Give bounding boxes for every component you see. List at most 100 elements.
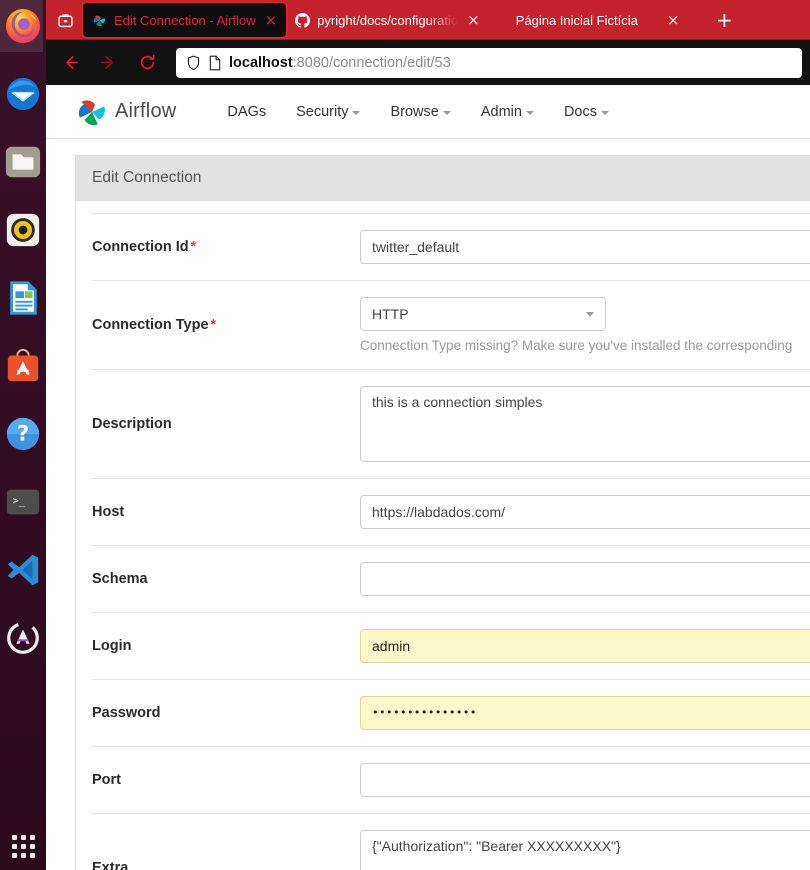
show-applications-button[interactable] xyxy=(0,835,46,858)
login-input[interactable]: admin xyxy=(360,629,810,663)
url-host: localhost xyxy=(229,54,293,71)
dock-item-app-center[interactable] xyxy=(3,618,43,658)
field-label-port: Port xyxy=(92,747,360,814)
thunderbird-icon xyxy=(6,77,40,111)
schema-input[interactable] xyxy=(360,562,810,596)
navigation-toolbar: localhost:8080/connection/edit/53 xyxy=(46,40,810,85)
form-row-extra: Extra {"Authorization": "Bearer XXXXXXXX… xyxy=(92,814,810,870)
page-content: Edit Connection Connection Id * twitter_d… xyxy=(46,139,810,870)
tab-title: Edit Connection - Airflow xyxy=(114,12,256,28)
nav-item-label: Docs xyxy=(563,103,597,120)
forward-button[interactable] xyxy=(90,46,124,80)
tab-close-icon[interactable]: × xyxy=(667,12,680,28)
chevron-down-icon xyxy=(352,111,361,115)
shield-icon[interactable] xyxy=(186,55,201,71)
field-label-connection-type: Connection Type * xyxy=(92,281,360,370)
dock-item-thunderbird[interactable] xyxy=(3,74,43,114)
app-center-icon xyxy=(7,622,39,654)
required-marker: * xyxy=(210,317,217,333)
svg-text:?: ? xyxy=(17,422,29,446)
question-help-icon: ? xyxy=(6,417,40,451)
nav-item-docs[interactable]: Docs xyxy=(549,104,624,120)
label-text: Description xyxy=(92,416,172,432)
nav-item-browse[interactable]: Browse xyxy=(375,104,465,120)
browser-tab-pagina-inicial[interactable]: Página Inicial Fictícia × xyxy=(507,3,710,37)
host-input[interactable]: https://labdados.com/ xyxy=(360,495,810,529)
chevron-down-icon xyxy=(525,111,534,115)
tab-close-icon[interactable]: × xyxy=(467,12,480,28)
form-row-port: Port xyxy=(92,747,810,814)
dock-item-rhythmbox[interactable] xyxy=(3,210,43,250)
connection-type-select[interactable]: HTTP xyxy=(360,297,606,331)
nav-item-label: DAGs xyxy=(227,103,267,120)
chevron-down-icon xyxy=(442,111,451,115)
form-row-password: Password ••••••••••••••• xyxy=(92,680,810,747)
description-textarea[interactable]: this is a connection simples xyxy=(360,386,810,462)
dock-item-help[interactable]: ? xyxy=(3,414,43,454)
connection-id-input[interactable]: twitter_default xyxy=(360,230,810,264)
password-input[interactable]: ••••••••••••••• xyxy=(360,696,810,730)
dock-item-vscode[interactable] xyxy=(3,550,43,590)
url-text: localhost:8080/connection/edit/53 xyxy=(229,55,451,71)
nav-item-admin[interactable]: Admin xyxy=(466,104,549,120)
connection-type-help-text: Connection Type missing? Make sure you'v… xyxy=(360,338,793,353)
field-label-connection-id: Connection Id * xyxy=(92,213,360,281)
form-row-schema: Schema xyxy=(92,546,810,613)
page-title: Edit Connection xyxy=(76,156,810,201)
form-body: Connection Id * twitter_default Connectio… xyxy=(76,201,810,870)
nav-item-dags[interactable]: DAGs xyxy=(212,104,281,120)
reload-icon xyxy=(140,54,154,70)
nav-item-label: Security xyxy=(296,103,349,120)
label-text: Extra xyxy=(92,860,129,870)
chevron-down-icon xyxy=(586,312,594,317)
extra-textarea[interactable]: {"Authorization": "Bearer XXXXXXXXX"} xyxy=(360,830,810,870)
url-address-bar[interactable]: localhost:8080/connection/edit/53 xyxy=(176,47,802,78)
form-row-connection-type: Connection Type * HTTP Connection Type mi… xyxy=(92,281,810,370)
browser-tab-github[interactable]: pyright/docs/configuratio × xyxy=(286,3,489,37)
firefox-view-button[interactable] xyxy=(48,0,82,40)
label-text: Schema xyxy=(92,571,148,587)
field-label-password: Password xyxy=(92,680,360,747)
nav-item-security[interactable]: Security xyxy=(281,104,375,120)
tab-strip: Edit Connection - Airflow × pyright/docs… xyxy=(46,0,810,40)
speaker-icon xyxy=(6,213,40,247)
browser-tab-active[interactable]: Edit Connection - Airflow × xyxy=(83,3,287,37)
field-label-schema: Schema xyxy=(92,546,360,613)
ubuntu-software-icon xyxy=(7,348,39,382)
port-input[interactable] xyxy=(360,763,810,797)
svg-text:>_: >_ xyxy=(13,495,26,507)
page-document-icon[interactable] xyxy=(208,55,222,71)
back-button[interactable] xyxy=(54,46,88,80)
label-text: Port xyxy=(92,772,121,788)
form-row-description: Description this is a connection simples xyxy=(92,370,810,479)
dock-item-files[interactable] xyxy=(3,142,43,182)
new-tab-button[interactable]: + xyxy=(709,5,739,35)
ubuntu-dock: ? >_ xyxy=(0,0,46,870)
airflow-brand-logo[interactable]: Airflow xyxy=(75,95,176,129)
field-label-login: Login xyxy=(92,613,360,680)
url-path: :8080/connection/edit/53 xyxy=(292,54,451,71)
folder-icon xyxy=(5,146,41,178)
dock-item-libreoffice-writer[interactable] xyxy=(3,278,43,318)
form-row-host: Host https://labdados.com/ xyxy=(92,479,810,546)
airflow-page: Airflow DAGs Security Browse Admin Docs … xyxy=(46,85,810,870)
terminal-icon: >_ xyxy=(6,489,40,515)
dock-item-ubuntu-software[interactable] xyxy=(3,346,43,386)
document-writer-icon xyxy=(10,281,37,315)
label-text: Password xyxy=(92,705,161,721)
label-text: Login xyxy=(92,638,132,654)
arrow-right-icon xyxy=(100,55,113,70)
firefox-icon xyxy=(5,8,41,44)
airflow-pinwheel-icon xyxy=(78,99,105,125)
form-row-connection-id: Connection Id * twitter_default xyxy=(92,213,810,281)
firefox-view-icon xyxy=(57,13,73,27)
field-label-extra: Extra xyxy=(92,814,360,870)
tab-close-icon[interactable]: × xyxy=(265,12,278,28)
dock-item-terminal[interactable]: >_ xyxy=(3,482,43,522)
firefox-window: Edit Connection - Airflow × pyright/docs… xyxy=(46,0,810,870)
airflow-navbar: Airflow DAGs Security Browse Admin Docs xyxy=(46,85,810,139)
label-text: Host xyxy=(92,504,125,520)
vscode-icon xyxy=(7,554,39,586)
reload-button[interactable] xyxy=(130,46,164,80)
dock-item-firefox[interactable] xyxy=(0,0,43,52)
